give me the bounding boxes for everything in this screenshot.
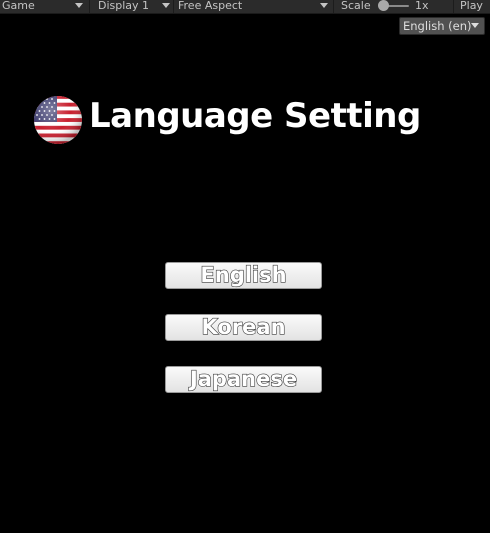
scale-value: 1x <box>415 0 429 12</box>
scale-label: Scale <box>341 0 371 12</box>
display-selector-caret-icon[interactable] <box>162 3 170 8</box>
english-button[interactable]: English <box>165 262 322 289</box>
japanese-button[interactable]: Japanese <box>165 366 322 393</box>
view-selector[interactable]: Game <box>2 0 35 13</box>
scale-slider-handle[interactable] <box>378 0 389 11</box>
game-view-toolbar: Game Display 1 Free Aspect Scale 1x Play <box>0 0 490 14</box>
language-dropdown[interactable]: English (en) <box>399 17 485 35</box>
play-focus-toggle[interactable]: Play <box>460 0 483 13</box>
toolbar-divider <box>89 0 90 13</box>
chevron-down-icon <box>471 23 479 28</box>
toolbar-divider <box>173 0 174 13</box>
aspect-selector[interactable]: Free Aspect <box>178 0 242 13</box>
korean-button[interactable]: Korean <box>165 314 322 341</box>
page-title: Language Setting <box>89 96 421 136</box>
toolbar-divider <box>453 0 454 13</box>
us-flag-icon <box>34 96 82 144</box>
view-selector-caret-icon[interactable] <box>75 3 83 8</box>
toolbar-divider <box>333 0 334 13</box>
aspect-selector-caret-icon[interactable] <box>320 3 328 8</box>
display-selector[interactable]: Display 1 <box>98 0 149 13</box>
game-view: Game Display 1 Free Aspect Scale 1x Play… <box>0 0 490 533</box>
language-dropdown-value: English (en) <box>403 19 472 33</box>
